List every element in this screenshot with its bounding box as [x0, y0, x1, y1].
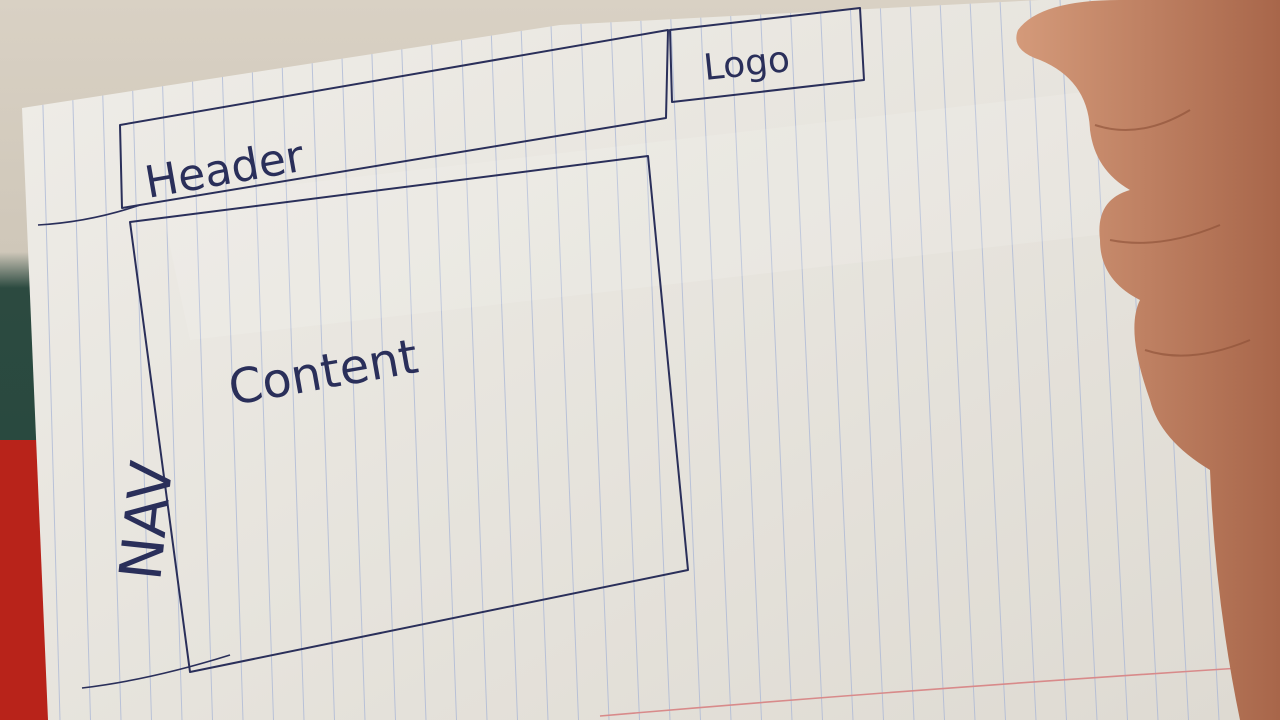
hand-shape — [1016, 0, 1280, 720]
nav-label: NAV — [106, 458, 186, 584]
hand — [1016, 0, 1280, 720]
photo-stage: Header Logo Content NAV — [0, 0, 1280, 720]
